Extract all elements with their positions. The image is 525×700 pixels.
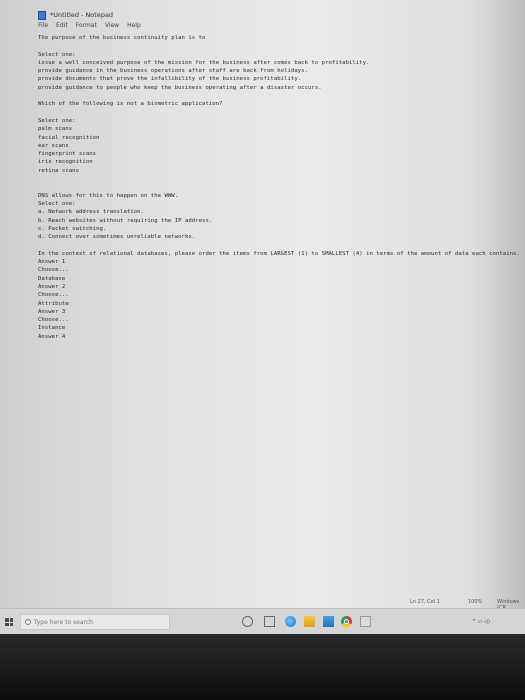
menu-format[interactable]: Format bbox=[76, 22, 97, 33]
text-line bbox=[38, 109, 518, 117]
text-line: palm scans bbox=[38, 126, 73, 133]
taskbar: Type here to search ^ ▭ ◁) bbox=[0, 608, 525, 635]
text-line: In the context of relational databases, … bbox=[38, 250, 520, 257]
store-icon[interactable] bbox=[323, 616, 334, 627]
zoom-level: 100% bbox=[468, 599, 483, 605]
text-line: ear scans bbox=[38, 142, 69, 149]
text-line bbox=[38, 42, 518, 50]
taskbar-search-box[interactable]: Type here to search bbox=[20, 614, 170, 630]
text-line: c. Packet switching. bbox=[38, 225, 107, 232]
edge-icon[interactable] bbox=[285, 616, 296, 627]
text-line: Instance bbox=[38, 325, 66, 332]
text-line: iris recognition bbox=[38, 159, 93, 166]
menu-edit[interactable]: Edit bbox=[56, 22, 68, 33]
text-line: Select one: bbox=[38, 117, 76, 124]
notepad-window: *Untitled - Notepad File Edit Format Vie… bbox=[0, 0, 525, 606]
text-line: provide documents that prove the infalli… bbox=[38, 76, 302, 83]
text-editor-area[interactable]: The purpose of the business continuity p… bbox=[38, 34, 520, 594]
menu-view[interactable]: View bbox=[105, 22, 119, 33]
text-line: Answer 4 bbox=[38, 333, 66, 340]
laptop-bezel bbox=[0, 634, 525, 700]
text-line: Answer 3 bbox=[38, 308, 66, 315]
photo-frame: *Untitled - Notepad File Edit Format Vie… bbox=[0, 0, 525, 700]
text-line: Answer 1 bbox=[38, 259, 66, 266]
menu-file[interactable]: File bbox=[38, 22, 48, 33]
text-line: Database bbox=[38, 275, 66, 282]
text-line bbox=[38, 241, 518, 249]
task-view-icon[interactable] bbox=[264, 616, 275, 627]
text-line bbox=[38, 183, 518, 191]
text-line: facial recognition bbox=[38, 134, 100, 141]
text-line: d. Connect over sometimes unreliable net… bbox=[38, 234, 196, 241]
text-line bbox=[38, 175, 518, 183]
cortana-icon[interactable] bbox=[242, 616, 253, 627]
text-line: provide guidance in the business operati… bbox=[38, 68, 308, 75]
text-line: Choose... bbox=[38, 267, 69, 274]
text-line: retina scans bbox=[38, 167, 80, 174]
text-line bbox=[38, 92, 518, 100]
text-line: Which of the following is not a biometri… bbox=[38, 101, 223, 108]
search-icon bbox=[25, 619, 31, 625]
file-explorer-icon[interactable] bbox=[304, 616, 315, 627]
text-line: DNS allows for this to happen on the WWW… bbox=[38, 192, 179, 199]
title-bar: *Untitled - Notepad bbox=[38, 8, 338, 22]
text-line: Choose... bbox=[38, 317, 69, 324]
search-placeholder: Type here to search bbox=[34, 618, 93, 626]
cursor-position: Ln 27, Col 1 bbox=[410, 599, 440, 605]
text-line: Answer 2 bbox=[38, 283, 66, 290]
text-line: provide guidance to people who keep the … bbox=[38, 84, 322, 91]
text-line: fingerprint scans bbox=[38, 151, 97, 158]
text-line: Select one: bbox=[38, 51, 76, 58]
menu-bar: File Edit Format View Help bbox=[38, 22, 141, 33]
text-line: The purpose of the business continuity p… bbox=[38, 35, 206, 41]
text-line: issue a well conceived purpose of the mi… bbox=[38, 59, 370, 66]
text-line: Attribute bbox=[38, 300, 69, 307]
notepad-taskbar-icon[interactable] bbox=[360, 616, 371, 627]
windows-start-icon[interactable] bbox=[5, 618, 13, 626]
text-line: b. Reach websites without requiring the … bbox=[38, 217, 213, 224]
system-tray[interactable]: ^ ▭ ◁) bbox=[472, 619, 490, 625]
chrome-icon[interactable] bbox=[341, 616, 352, 627]
text-line: Select one: bbox=[38, 200, 76, 207]
text-line: Choose... bbox=[38, 292, 69, 299]
text-line: a. Network address translation. bbox=[38, 209, 144, 216]
window-title: *Untitled - Notepad bbox=[50, 11, 114, 19]
menu-help[interactable]: Help bbox=[127, 22, 141, 33]
notepad-icon bbox=[38, 10, 46, 20]
